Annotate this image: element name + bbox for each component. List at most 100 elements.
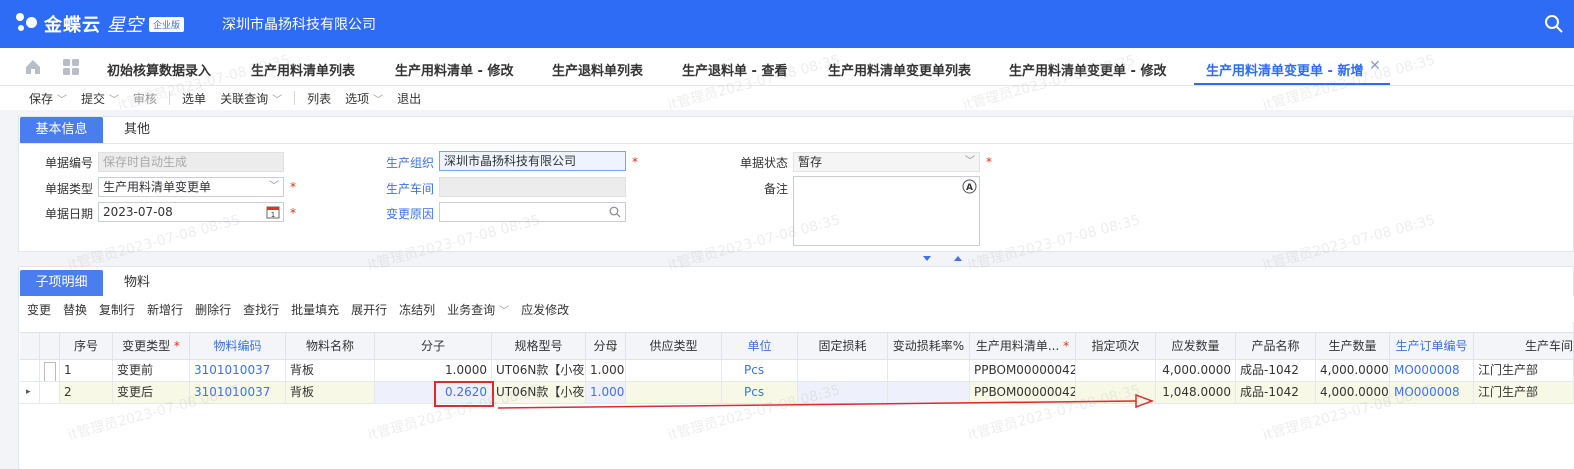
freeze-column-button[interactable]: 冻结列 xyxy=(399,301,435,318)
status-select[interactable]: 暂存 ﹀ xyxy=(793,152,980,172)
tab-initial-cost[interactable]: 初始核算数据录入 xyxy=(107,60,211,79)
bill-date-label: 单据日期 xyxy=(44,207,93,221)
expand-row-button[interactable]: 展开行 xyxy=(351,301,387,318)
chevron-down-icon[interactable]: ﹀ xyxy=(499,306,509,317)
replace-button[interactable]: 替换 xyxy=(63,301,87,318)
col-prod-qty[interactable]: 生产数量 xyxy=(1316,333,1390,360)
remark-textarea[interactable] xyxy=(793,176,980,246)
exit-button[interactable]: 退出 xyxy=(397,90,421,107)
col-spec[interactable]: 规格型号 xyxy=(492,333,586,360)
col-seq[interactable]: 序号 xyxy=(60,333,113,360)
checkbox-header[interactable] xyxy=(40,333,60,360)
options-button[interactable]: 选项 ﹀ xyxy=(345,90,383,107)
cell-item[interactable] xyxy=(1076,360,1156,382)
chevron-down-icon[interactable]: ﹀ xyxy=(269,178,279,196)
cell-numerator[interactable]: 1.0000 xyxy=(375,360,492,382)
cell-material-name: 背板 xyxy=(286,382,375,404)
col-item[interactable]: 指定项次 xyxy=(1076,333,1156,360)
list-button[interactable]: 列表 xyxy=(307,90,331,107)
search-icon[interactable] xyxy=(609,206,621,218)
col-qty[interactable]: 应发数量 xyxy=(1156,333,1236,360)
bill-date-field[interactable]: 2023-07-08 1 xyxy=(98,202,284,222)
close-tab-icon[interactable]: ✕ xyxy=(1369,58,1381,74)
col-bom[interactable]: 生产用料清单... * xyxy=(970,333,1076,360)
active-tab-indicator xyxy=(1194,83,1390,85)
col-material-name[interactable]: 物料名称 xyxy=(286,333,375,360)
col-change-type[interactable]: 变更类型 * xyxy=(113,333,190,360)
search-icon[interactable] xyxy=(1544,14,1564,34)
col-product-name[interactable]: 产品名称 xyxy=(1236,333,1316,360)
cell-supply-type[interactable] xyxy=(626,360,722,382)
cell-qty[interactable]: 1,048.0000 xyxy=(1156,382,1236,404)
cell-var-loss[interactable] xyxy=(888,360,970,382)
cell-bom[interactable]: PPBOM00000042 xyxy=(970,360,1076,382)
chevron-down-icon[interactable]: ﹀ xyxy=(373,95,383,106)
cell-material-code[interactable]: 3101010037 xyxy=(190,360,286,382)
chevron-down-icon[interactable]: ﹀ xyxy=(109,95,119,106)
related-query-button[interactable]: 关联查询 ﹀ xyxy=(220,90,282,107)
main-toolbar: 保存 ﹀ 提交 ﹀ 审核 选单 关联查询 ﹀ 列表 选项 ﹀ 退出 xyxy=(0,86,1574,110)
business-query-button[interactable]: 业务查询 ﹀ xyxy=(447,301,509,318)
tab-change-new[interactable]: 生产用料清单变更单 - 新增 xyxy=(1206,60,1363,79)
audit-button[interactable]: 审核 xyxy=(133,90,157,107)
tab-material[interactable]: 物料 xyxy=(108,270,166,296)
col-workshop[interactable]: 生产车间 xyxy=(1474,333,1574,360)
select-bill-button[interactable]: 选单 xyxy=(182,90,206,107)
current-row-indicator: ▸ xyxy=(20,382,40,404)
reason-field[interactable] xyxy=(439,202,626,222)
change-button[interactable]: 变更 xyxy=(27,301,51,318)
cell-change-type[interactable]: 变更后 xyxy=(113,382,190,404)
cell-denominator[interactable]: 1.0000 xyxy=(586,360,626,382)
prod-org-label[interactable]: 生产组织 xyxy=(380,154,434,171)
cell-mo[interactable]: MO000008 xyxy=(1390,360,1474,382)
tab-change-edit[interactable]: 生产用料清单变更单 - 修改 xyxy=(1009,60,1166,79)
reason-label[interactable]: 变更原因 xyxy=(380,205,434,222)
chevron-down-icon[interactable]: ﹀ xyxy=(272,95,282,106)
cell-unit[interactable]: Pcs xyxy=(722,360,798,382)
apps-grid-icon[interactable] xyxy=(62,58,80,76)
col-supply-type[interactable]: 供应类型 xyxy=(626,333,722,360)
row-checkbox[interactable] xyxy=(40,382,60,404)
chevron-down-icon[interactable]: ﹀ xyxy=(57,95,67,106)
col-mo[interactable]: 生产订单编号 xyxy=(1390,333,1474,360)
col-unit[interactable]: 单位 xyxy=(722,333,798,360)
tab-bom-edit[interactable]: 生产用料清单 - 修改 xyxy=(395,60,513,79)
col-material-code[interactable]: 物料编码 xyxy=(190,333,286,360)
submit-button[interactable]: 提交 ﹀ xyxy=(81,90,119,107)
find-row-button[interactable]: 查找行 xyxy=(243,301,279,318)
batch-fill-button[interactable]: 批量填充 xyxy=(291,301,339,318)
status-label: 单据状态 xyxy=(739,156,788,170)
tab-bom-list[interactable]: 生产用料清单列表 xyxy=(251,60,355,79)
cell-fixed-loss[interactable] xyxy=(798,360,888,382)
row-checkbox[interactable] xyxy=(40,360,60,382)
col-fixed-loss[interactable]: 固定损耗 xyxy=(798,333,888,360)
company-name[interactable]: 深圳市晶扬科技有限公司 xyxy=(222,14,376,34)
cell-change-type[interactable]: 变更前 xyxy=(113,360,190,382)
tab-basic-info[interactable]: 基本信息 xyxy=(20,117,103,143)
bill-type-select[interactable]: 生产用料清单变更单 ﹀ xyxy=(98,177,284,197)
prod-org-field[interactable]: 深圳市晶扬科技有限公司 xyxy=(439,151,626,171)
issue-modify-button[interactable]: 应发修改 xyxy=(521,301,569,318)
tab-return-view[interactable]: 生产退料单 - 查看 xyxy=(682,60,787,79)
col-denominator[interactable]: 分母 xyxy=(586,333,626,360)
delete-row-button[interactable]: 删除行 xyxy=(195,301,231,318)
calendar-icon[interactable]: 1 xyxy=(266,205,280,219)
col-var-loss[interactable]: 变动损耗率% xyxy=(888,333,970,360)
tab-return-list[interactable]: 生产退料单列表 xyxy=(552,60,643,79)
add-row-button[interactable]: 新增行 xyxy=(147,301,183,318)
cell-material-code[interactable]: 3101010037 xyxy=(190,382,286,404)
multilanguage-icon[interactable]: A xyxy=(962,179,977,194)
tab-child-detail[interactable]: 子项明细 xyxy=(20,270,103,296)
cell-mo[interactable]: MO000008 xyxy=(1390,382,1474,404)
cell-qty[interactable]: 4,000.0000 xyxy=(1156,360,1236,382)
tab-change-list[interactable]: 生产用料清单变更单列表 xyxy=(828,60,971,79)
collapse-expand-icon[interactable] xyxy=(921,255,965,263)
col-numerator[interactable]: 分子 xyxy=(375,333,492,360)
workshop-label[interactable]: 生产车间 xyxy=(380,180,434,197)
tab-other[interactable]: 其他 xyxy=(108,117,166,143)
toolbar-divider xyxy=(169,91,171,105)
save-button[interactable]: 保存 ﹀ xyxy=(29,90,67,107)
copy-row-button[interactable]: 复制行 xyxy=(99,301,135,318)
home-icon[interactable] xyxy=(24,58,42,76)
chevron-down-icon[interactable]: ﹀ xyxy=(965,153,975,171)
